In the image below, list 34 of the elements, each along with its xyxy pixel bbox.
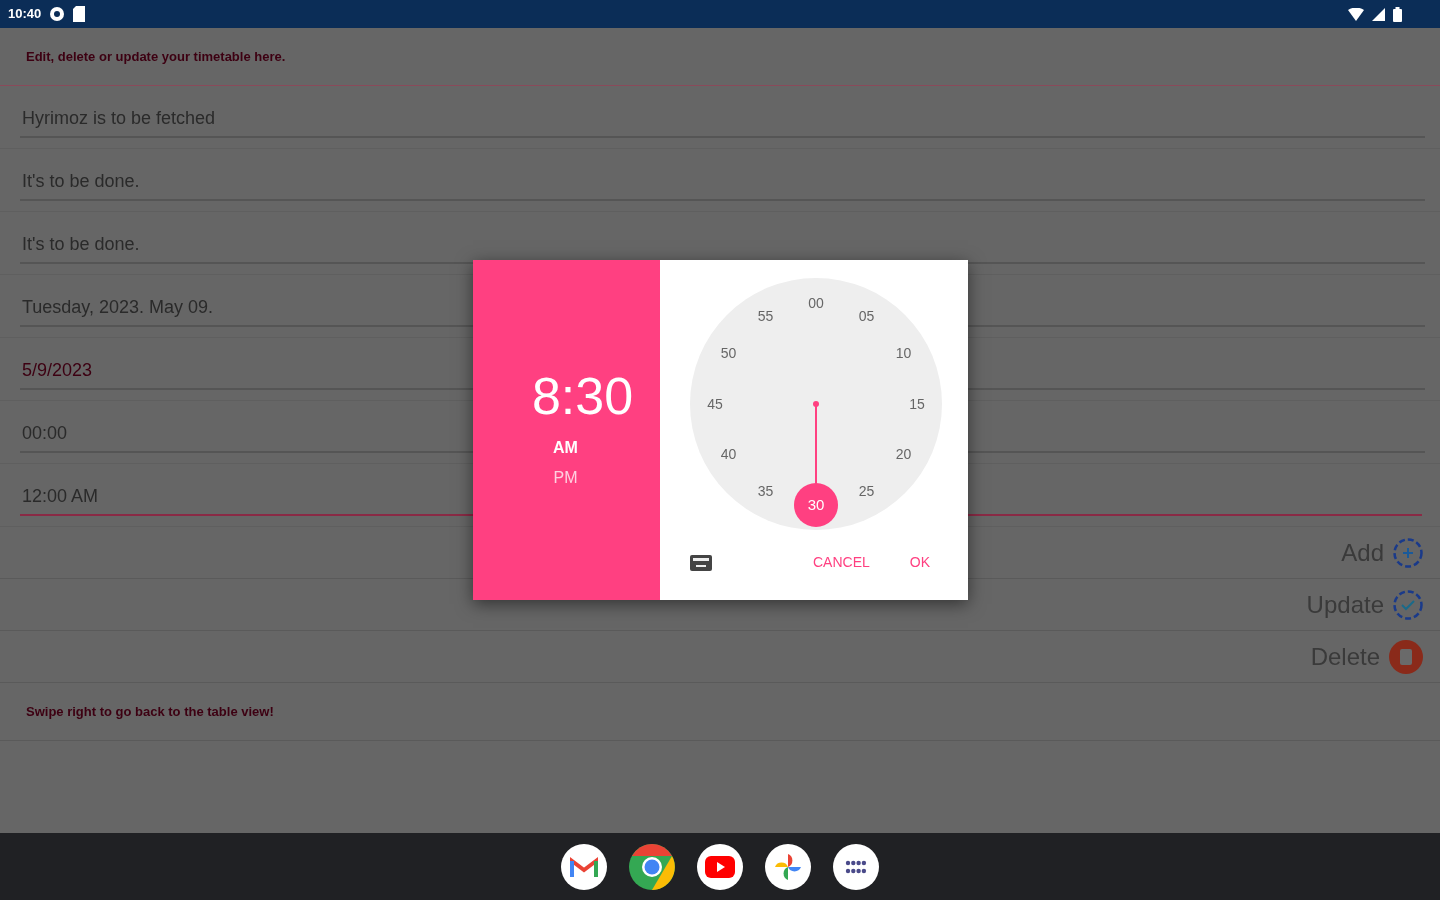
- minute-number[interactable]: 55: [753, 306, 778, 327]
- minute-number[interactable]: 20: [891, 444, 916, 465]
- clock-time: 10:40: [8, 5, 42, 24]
- header-text: Edit, delete or update your timetable here.: [26, 47, 286, 66]
- pinwheel-icon[interactable]: [765, 843, 811, 890]
- mail-app-icon[interactable]: [561, 843, 607, 890]
- wifi-icon: [1348, 7, 1364, 21]
- trash-icon: [1388, 638, 1424, 675]
- sd-card-icon: [73, 6, 86, 22]
- clock-dial[interactable]: 00 05 10 15 20 25 30 35 40 45 50 55: [690, 278, 942, 530]
- video-play-icon[interactable]: [697, 843, 743, 890]
- period-option[interactable]: AM: [553, 436, 578, 460]
- minute-number[interactable]: 45: [703, 394, 727, 414]
- app-grid-icon[interactable]: [833, 843, 879, 890]
- minute-number[interactable]: 15: [905, 394, 929, 414]
- keyboard-icon[interactable]: [690, 554, 712, 571]
- browser-app-icon[interactable]: [629, 843, 675, 890]
- check-circle-icon: [1392, 588, 1424, 621]
- minute-number[interactable]: 30: [794, 483, 838, 527]
- dialog-button[interactable]: CANCEL: [812, 552, 870, 573]
- minute-number[interactable]: 05: [854, 306, 879, 327]
- footer-hint: Swipe right to go back to the table view!: [26, 702, 274, 721]
- dialog-button[interactable]: OK: [909, 552, 930, 573]
- minute-number[interactable]: 40: [716, 444, 741, 465]
- minute-number[interactable]: 35: [753, 481, 778, 502]
- text-field[interactable]: Hyrimoz is to be fetched: [20, 105, 1425, 138]
- minute-number[interactable]: 25: [854, 481, 879, 502]
- settings-icon: [49, 6, 66, 22]
- period-option[interactable]: PM: [553, 466, 578, 490]
- text-field[interactable]: It's to be done.: [20, 168, 1425, 201]
- battery-icon: [1393, 6, 1402, 22]
- minute-number[interactable]: 00: [804, 293, 828, 313]
- signal-icon: [1372, 7, 1385, 21]
- plus-circle-icon: [1392, 536, 1424, 569]
